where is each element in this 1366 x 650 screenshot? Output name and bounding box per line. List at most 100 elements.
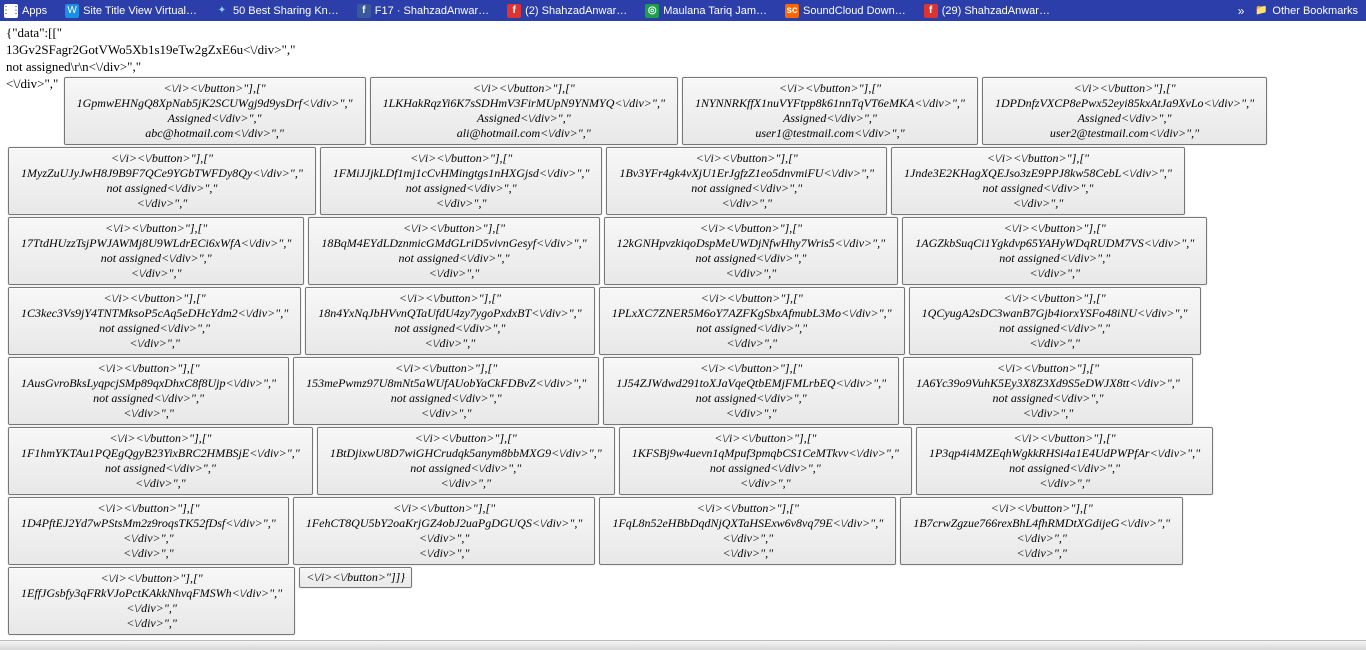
cell-line: 1Bv3YFr4gk4vXjU1ErJgfzZ1eo5dnvmiFU<\/div… [619,166,874,181]
raw-text: {"data":[[" 13Gv2SFagr2GotVWo5Xb1s19eTw2… [0,21,1366,76]
cell-line: not assigned<\/div>"," [21,461,300,476]
data-cell[interactable]: <\/i><\/button>"],["1MyzZuUJyJwH8J9B9F7Q… [8,147,316,215]
cell-line: Assigned<\/div>"," [695,111,965,126]
data-cell[interactable]: <\/i><\/button>"],["1LKHakRqzYi6K7sSDHmV… [370,77,678,145]
cell-line: 1DPDnfzVXCP8ePwx52eyi85kxAtJa9XvLo<\/div… [995,96,1254,111]
cell-line: <\/i><\/button>"],[" [904,151,1172,166]
data-cell[interactable]: <\/i><\/button>"],["1C3kec3Vs9jY4TNTMkso… [8,287,301,355]
cell-line: <\/i><\/button>"],[" [929,431,1200,446]
cell-line: <\/i><\/button>"],[" [995,81,1254,96]
cell-line: <\/div>"," [21,616,282,631]
data-cell[interactable]: <\/i><\/button>"],["1DPDnfzVXCP8ePwx52ey… [982,77,1267,145]
data-cell[interactable]: <\/i><\/button>"],["1Jnde3E2KHagXQEJso3z… [891,147,1185,215]
data-cell[interactable]: <\/i><\/button>"],["1BtDjixwU8D7wiGHCrud… [317,427,615,495]
cell-line: not assigned<\/div>"," [306,391,586,406]
cell-line: not assigned<\/div>"," [330,461,602,476]
data-cell[interactable]: <\/i><\/button>"],["1EffJGsbfy3qFRkVJoPc… [8,567,295,635]
cell-line: <\/div>"," [330,476,602,491]
bookmark-label: 50 Best Sharing Kn… [233,5,339,17]
cell-line: 1LKHakRqzYi6K7sSDHmV3FirMUpN9YNMYQ<\/div… [383,96,665,111]
cell-line: <\/i><\/button>"],[" [913,501,1170,516]
raw-line: {"data":[[" [6,25,1360,42]
data-cell[interactable]: <\/i><\/button>"],["1D4PftEJ2Yd7wPStsMm2… [8,497,289,565]
cell-line: <\/i><\/button>"],[" [306,361,586,376]
other-bookmarks[interactable]: 📁 Other Bookmarks [1254,4,1358,18]
cell-line: not assigned<\/div>"," [612,321,892,336]
data-cell[interactable]: <\/i><\/button>"],["1KFSBj9w4uevn1qMpuf3… [619,427,912,495]
cell-line: not assigned<\/div>"," [21,321,288,336]
bookmark-item[interactable]: sc SoundCloud Down… [785,4,906,18]
bookmark-item[interactable]: ✦ 50 Best Sharing Kn… [215,4,339,18]
data-cell[interactable]: <\/i><\/button>"],["1FMiJJjkLDf1mj1cCvHM… [320,147,603,215]
data-cell[interactable]: <\/i><\/button>"],["12kGNHpvzkiqoDspMeUW… [604,217,899,285]
cell-line: <\/i><\/button>"],[" [330,431,602,446]
data-cell[interactable]: <\/i><\/button>"],["1FqL8n52eHBbDqdNjQXT… [599,497,896,565]
data-cell[interactable]: <\/i><\/button>"],["1Bv3YFr4gk4vXjU1ErJg… [606,147,887,215]
folder-icon: 📁 [1254,4,1268,18]
data-cell[interactable]: <\/i><\/button>"],["1FehCT8QU5bY2oaKrjGZ… [293,497,596,565]
cell-line: 1P3qp4i4MZEqhWgkkRHSi4a1E4UdPWPfAr<\/div… [929,446,1200,461]
cell-line: <\/i><\/button>"],[" [21,221,291,236]
site-icon: f [924,4,938,18]
cell-line: <\/i><\/button>"],[" [922,291,1188,306]
apps-label: Apps [22,5,47,17]
data-cell[interactable]: <\/i><\/button>"],["1GpmwEHNgQ8XpNab5jK2… [64,77,366,145]
cell-line: 1AGZkbSuqCi1Ygkdvp65YAHyWDqRUDM7VS<\/div… [915,236,1194,251]
cell-line: abc@hotmail.com<\/div>"," [77,126,353,141]
cell-line: not assigned<\/div>"," [929,461,1200,476]
cell-line: <\/div>"," [619,196,874,211]
apps-button[interactable]: ⋮⋮ Apps [4,4,47,18]
site-icon: f [357,4,371,18]
bookmarks-overflow[interactable]: » [1238,4,1245,18]
cell-line: <\/i><\/button>"],[" [21,291,288,306]
bookmark-item[interactable]: f (2) ShahzadAnwar… [507,4,627,18]
data-cell[interactable]: <\/i><\/button>"],["1A6Yc39o9VuhK5Ey3X8Z… [903,357,1193,425]
cell-line: 17TtdHUzzTsjPWJAWMj8U9WLdrECi6xWfA<\/div… [21,236,291,251]
data-cell[interactable]: <\/i><\/button>"],["1PLxXC7ZNER5M6oY7AZF… [599,287,905,355]
data-cell[interactable]: <\/i><\/button>"],["1AGZkbSuqCi1Ygkdvp65… [902,217,1207,285]
cell-line: <\/i><\/button>"],[" [21,571,282,586]
cell-line: 153mePwmz97U8mNt5aWUfAUobYaCkFDBvZ<\/div… [306,376,586,391]
cell-line: 1AusGvroBksLyqpcjSMp89qxDhxC8f8Ujp<\/div… [21,376,276,391]
cell-line: <\/div>"," [632,476,899,491]
cell-line: ali@hotmail.com<\/div>"," [383,126,665,141]
cell-line: <\/div>"," [929,476,1200,491]
cell-line: <\/div>"," [21,196,303,211]
cell-line: <\/i><\/button>"],[" [619,151,874,166]
site-icon: ◎ [645,4,659,18]
data-cell[interactable]: <\/i><\/button>"],["1F1hmYKTAu1PQEgQgyB2… [8,427,313,495]
cell-line: <\/div>"," [904,196,1172,211]
bookmarks-bar: ⋮⋮ Apps W Site Title View Virtual… ✦ 50 … [0,0,1366,21]
bookmark-item[interactable]: ◎ Maulana Tariq Jam… [645,4,767,18]
cell-line: <\/div>"," [616,406,886,421]
data-cell[interactable]: <\/i><\/button>"],["1NYNNRKffX1nuVYFtpp8… [682,77,978,145]
cell-line: <\/div>"," [915,266,1194,281]
data-cell[interactable]: <\/i><\/button>"],["18BqM4EYdLDznmicGMdG… [308,217,599,285]
cell-line: not assigned<\/div>"," [616,391,886,406]
cell-line: 1D4PftEJ2Yd7wPStsMm2z9roqsTK52fDsf<\/div… [21,516,276,531]
data-cell[interactable]: <\/i><\/button>"],["1P3qp4i4MZEqhWgkkRHS… [916,427,1213,495]
cell-line: <\/div>"," [321,266,586,281]
data-cell-tail[interactable]: <\/i><\/button>"]]} [299,567,412,588]
cell-line: <\/div>"," [21,546,276,561]
data-cell[interactable]: <\/i><\/button>"],["17TtdHUzzTsjPWJAWMj8… [8,217,304,285]
cell-line: <\/i><\/button>"],[" [916,361,1180,376]
cell-line: <\/div>"," [306,406,586,421]
data-cell[interactable]: <\/i><\/button>"],["1QCyugA2sDC3wanB7Gjb… [909,287,1201,355]
data-cell[interactable]: <\/i><\/button>"],["153mePwmz97U8mNt5aWU… [293,357,599,425]
data-cell[interactable]: <\/i><\/button>"],["1B7crwZgzue766rexBhL… [900,497,1183,565]
raw-line: <\/div>"," [6,76,58,91]
bookmark-item[interactable]: f (29) ShahzadAnwar… [924,4,1050,18]
data-cell[interactable]: <\/i><\/button>"],["1J54ZJWdwd291toXJaVq… [603,357,899,425]
data-cell[interactable]: <\/i><\/button>"],["1AusGvroBksLyqpcjSMp… [8,357,289,425]
cell-line: not assigned<\/div>"," [619,181,874,196]
bookmark-item[interactable]: W Site Title View Virtual… [65,4,197,18]
bookmark-item[interactable]: f F17 · ShahzadAnwar… [357,4,489,18]
cell-line: not assigned<\/div>"," [617,251,886,266]
site-icon: sc [785,4,799,18]
cell-line: <\/i><\/button>"],[" [915,221,1194,236]
data-cell[interactable]: <\/i><\/button>"],["18n4YxNqJbHVvnQTaUfd… [305,287,594,355]
cell-line: Assigned<\/div>"," [383,111,665,126]
cell-line: 1J54ZJWdwd291toXJaVqeQtbEMjFMLrbEQ<\/div… [616,376,886,391]
cell-line: <\/i><\/button>"],[" [612,501,883,516]
